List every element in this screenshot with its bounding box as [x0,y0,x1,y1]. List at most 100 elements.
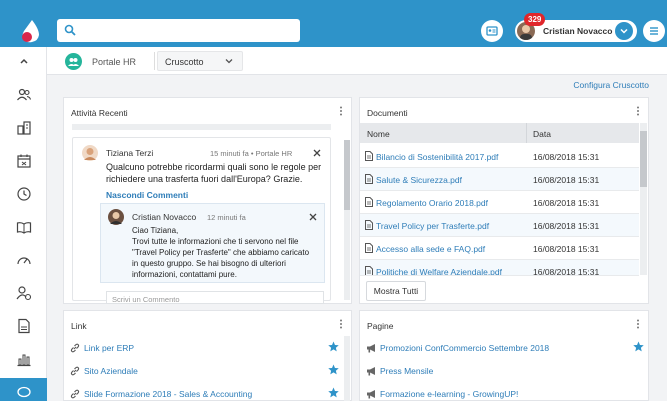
post-author[interactable]: Tiziana Terzi [106,148,153,158]
sidebar-item-performance[interactable] [0,246,47,274]
page-label[interactable]: Promozioni ConfCommercio Settembre 2018 [380,343,549,353]
megaphone-icon [367,344,375,353]
sidebar-item-attendance[interactable] [0,180,47,208]
table-row[interactable]: Travel Policy per Trasferte.pdf 16/08/20… [360,214,639,237]
comment-text-line: informazioni, contattami pure. [132,270,237,279]
documents-scrollbar[interactable] [640,123,647,275]
sidebar-item-company[interactable] [0,114,47,142]
document-name[interactable]: Travel Policy per Trasferte.pdf [376,221,489,231]
chevron-down-icon [225,59,233,64]
document-date: 16/08/2018 15:31 [533,244,600,254]
star-icon[interactable] [633,341,644,352]
comment-time: 12 minuti fa [207,213,246,222]
card-title: Link [71,321,87,331]
links-scrollbar[interactable] [344,336,350,401]
sidebar-item-reports[interactable] [0,345,47,373]
sidebar-item-communication[interactable] [0,378,47,401]
section-title[interactable]: Portale HR [92,57,136,67]
more-options-icon[interactable] [636,106,640,116]
comment-input[interactable]: Scrivi un Commento [106,291,324,304]
more-options-icon[interactable] [339,106,343,116]
megaphone-icon [367,367,375,376]
pdf-file-icon [365,174,373,184]
notification-badge[interactable]: 329 [524,13,546,26]
users-icon [16,88,31,101]
post-meta: 15 minuti fa • Portale HR [210,149,293,158]
comment-text-line: in questo gruppo. Se hai bisogno di ulte… [132,259,286,268]
main-menu-button[interactable] [643,20,665,42]
link-label[interactable]: Slide Formazione 2018 - Sales & Accounti… [84,389,252,399]
user-name: Cristian Novacco [543,26,613,36]
search-bar[interactable] [57,19,300,42]
document-name[interactable]: Regolamento Orario 2018.pdf [376,198,488,208]
column-header-date[interactable]: Data [533,129,551,139]
table-row[interactable]: Regolamento Orario 2018.pdf 16/08/2018 1… [360,191,639,214]
table-row[interactable]: Accesso alla sede e FAQ.pdf 16/08/2018 1… [360,237,639,260]
list-item[interactable]: Promozioni ConfCommercio Settembre 2018 [366,337,646,359]
document-name[interactable]: Accesso alla sede e FAQ.pdf [376,244,485,254]
table-row[interactable]: Politiche di Welfare Aziendale.pdf 16/08… [360,260,639,276]
horizontal-scrollbar[interactable] [72,124,331,130]
list-item[interactable]: Formazione e-learning - GrowingUP! [366,383,646,401]
chat-icon [16,386,31,398]
star-icon[interactable] [328,387,339,398]
calendar-icon [16,154,31,168]
bar-chart-icon [17,354,30,367]
more-options-icon[interactable] [636,319,640,329]
user-add-icon [16,286,31,301]
document-name[interactable]: Bilancio di Sostenibilità 2017.pdf [376,152,498,162]
sidebar [0,47,47,401]
sidebar-collapse[interactable] [0,47,47,75]
sidebar-item-onboarding[interactable] [0,279,47,307]
document-date: 16/08/2018 15:31 [533,267,600,276]
table-row[interactable]: Bilancio di Sostenibilità 2017.pdf 16/08… [360,145,639,168]
list-item[interactable]: Link per ERP [70,337,340,359]
list-item[interactable]: Press Mensile [366,360,646,382]
hide-comments-link[interactable]: Nascondi Commenti [106,190,188,200]
column-header-name[interactable]: Nome [367,129,390,139]
page-label[interactable]: Press Mensile [380,366,433,376]
post-text-line: Qualcuno potrebbe ricordarmi quali sono … [106,162,322,172]
user-menu-toggle[interactable] [615,22,633,40]
document-date: 16/08/2018 15:31 [533,221,600,231]
id-card-icon [486,26,498,36]
scrollbar-thumb[interactable] [640,131,647,187]
close-icon[interactable] [313,149,321,157]
clock-icon [16,187,31,201]
list-item[interactable]: Slide Formazione 2018 - Sales & Accounti… [70,383,340,401]
close-icon[interactable] [309,213,317,221]
comment-author[interactable]: Cristian Novacco [132,212,196,222]
card-title: Documenti [367,108,408,118]
app-logo-icon[interactable] [20,19,42,43]
chevron-down-icon [620,28,628,34]
table-row[interactable]: Salute & Sicurezza.pdf 16/08/2018 15:31 [360,168,639,191]
list-item[interactable]: Sito Aziendale [70,360,340,382]
document-name[interactable]: Salute & Sicurezza.pdf [376,175,462,185]
search-input[interactable] [81,22,291,39]
sidebar-item-library[interactable] [0,213,47,241]
page-label[interactable]: Formazione e-learning - GrowingUP! [380,389,518,399]
pdf-file-icon [365,220,373,230]
hamburger-icon [650,27,658,35]
link-label[interactable]: Sito Aziendale [84,366,138,376]
document-date: 16/08/2018 15:31 [533,175,600,185]
document-edit-icon [17,318,30,334]
sidebar-item-documents[interactable] [0,312,47,340]
show-all-button[interactable]: Mostra Tutti [366,281,426,301]
star-icon[interactable] [328,364,339,375]
comment-text-line: "Travel Policy per Trasferte" che abbiam… [132,248,310,257]
star-icon[interactable] [328,341,339,352]
sidebar-item-calendar[interactable] [0,147,47,175]
sidebar-item-people[interactable] [0,81,47,109]
link-label[interactable]: Link per ERP [84,343,134,353]
contacts-button[interactable] [481,20,503,42]
document-name[interactable]: Politiche di Welfare Aziendale.pdf [376,267,502,275]
activity-scrollbar[interactable] [344,140,350,300]
configure-dashboard-link[interactable]: Configura Cruscotto [573,80,649,90]
more-options-icon[interactable] [339,319,343,329]
scrollbar-thumb[interactable] [344,140,350,210]
gauge-icon [16,257,31,265]
comment-text-line: Ciao Tiziana, [132,226,179,235]
view-selector[interactable]: Cruscotto [157,51,243,71]
pdf-file-icon [365,151,373,161]
